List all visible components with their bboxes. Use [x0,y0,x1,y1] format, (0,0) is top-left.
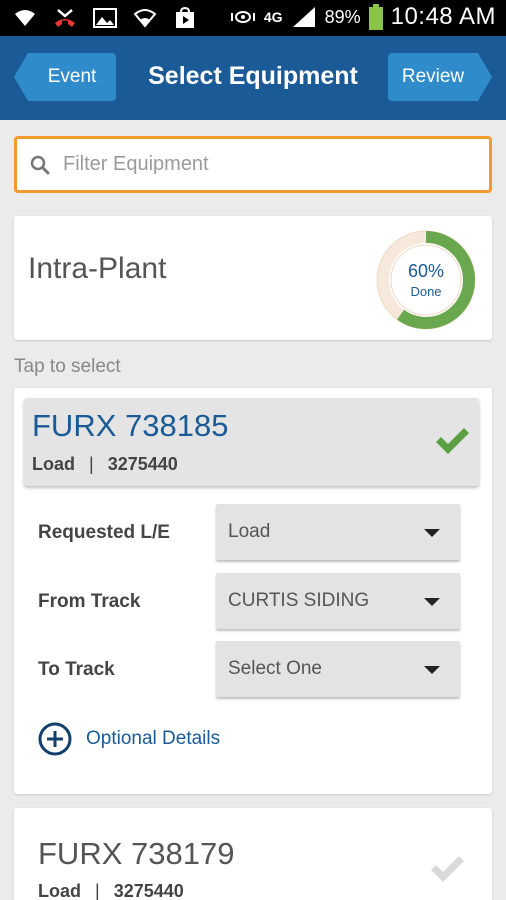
plus-circle-icon [38,722,72,756]
equipment-card: FURX 738185 Load | 3275440 Requested L/E L… [14,388,492,794]
optional-details-label: Optional Details [86,728,221,749]
equipment-number: 3275440 [113,881,184,900]
summary-title: Intra-Plant [28,252,167,285]
battery-percent: 89% [324,6,361,27]
progress-label: Done [410,284,442,299]
summary-card: Intra-Plant 60% Done [14,216,492,340]
equipment-item-selected[interactable]: FURX 738185 Load | 3275440 [24,398,479,486]
from-track-select[interactable]: CURTIS SIDING [216,573,460,629]
equipment-number: 3275440 [107,454,178,474]
search-icon [29,154,51,176]
play-store-icon [172,5,198,31]
filter-box [14,136,492,193]
equipment-id: FURX 738185 [32,408,229,443]
image-icon [92,5,118,31]
signal-icon [291,4,317,30]
equipment-id: FURX 738179 [38,836,235,871]
from-track-label: From Track [38,591,141,612]
requested-le-value: Load [228,521,271,542]
network-4g-icon: 4G [263,9,283,25]
tap-hint: Tap to select [14,356,121,377]
check-icon [431,856,464,882]
from-track-value: CURTIS SIDING [228,590,370,611]
progress-percent: 60% [407,261,445,281]
vibrate-icon [230,4,256,30]
requested-le-label: Requested L/E [38,522,170,543]
from-track-row: From Track CURTIS SIDING [38,573,468,629]
check-icon [436,428,469,454]
optional-details-button[interactable]: Optional Details [38,722,220,756]
status-bar: 4G 89% 10:48 AM [0,0,506,36]
to-track-row: To Track Select One [38,641,468,697]
missed-call-icon [52,5,78,31]
wifi-icon [12,5,38,31]
requested-le-select[interactable]: Load [216,504,460,560]
equipment-type: Load [38,881,81,900]
dropdown-caret-icon [424,666,440,674]
to-track-select[interactable]: Select One [216,641,460,697]
dropdown-caret-icon [424,529,440,537]
battery-icon [368,4,383,30]
equipment-subtitle: Load | 3275440 [32,454,178,475]
to-track-value: Select One [228,658,322,679]
equipment-subtitle: Load | 3275440 [38,881,184,900]
to-track-label: To Track [38,659,115,680]
dropdown-caret-icon [424,598,440,606]
equipment-item[interactable]: FURX 738179 Load | 3275440 [14,808,492,900]
app-header: Event Select Equipment Review [0,36,506,120]
equipment-type: Load [32,454,75,474]
filter-input[interactable] [63,153,443,176]
requested-le-row: Requested L/E Load [38,504,468,560]
wifi-alt-icon [132,5,158,31]
separator: | [89,454,94,474]
separator: | [95,881,100,900]
review-button[interactable]: Review [388,53,492,101]
clock: 10:48 AM [390,3,496,30]
